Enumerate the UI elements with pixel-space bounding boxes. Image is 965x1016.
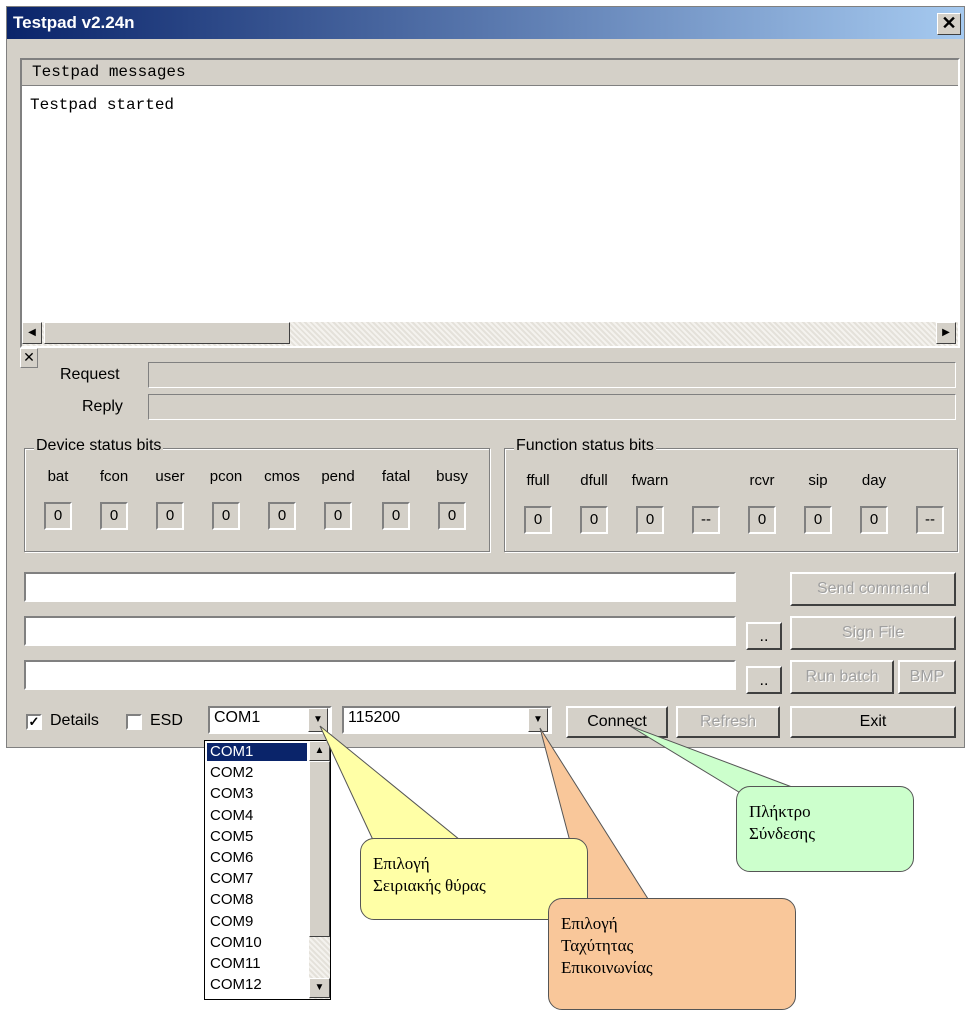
connect-callout: Πλήκτρο Σύνδεσης xyxy=(736,786,914,872)
port-callout-pointer xyxy=(319,725,462,856)
speed-callout: Επιλογή Ταχύτητας Επικοινωνίας xyxy=(548,898,796,1010)
